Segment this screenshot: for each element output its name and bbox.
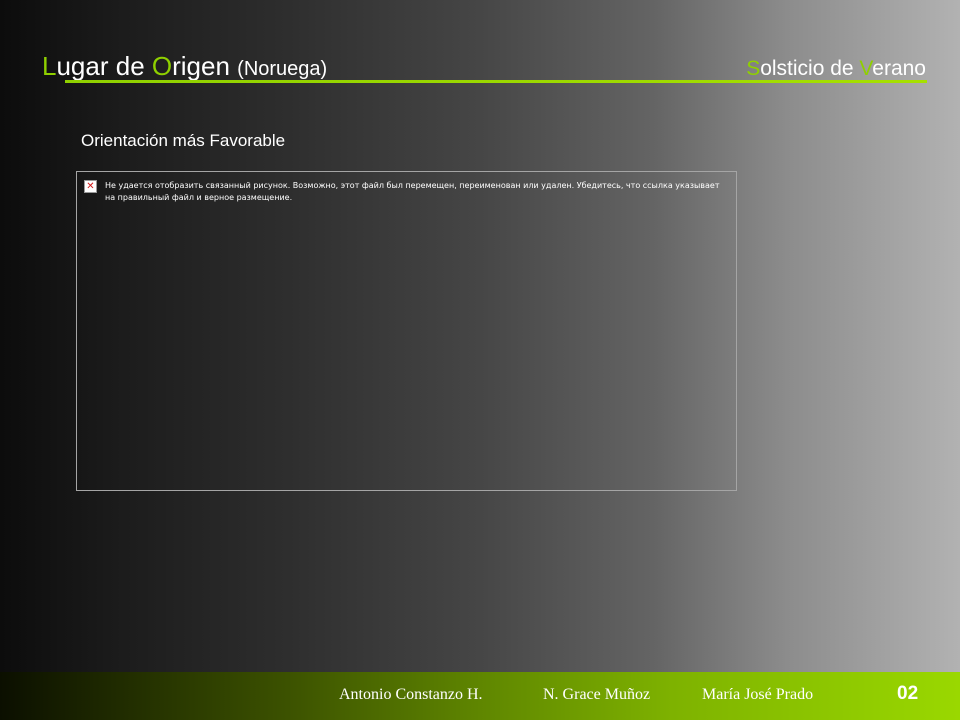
- broken-image-frame: ✕ Не удается отобразить связанный рисуно…: [76, 171, 737, 491]
- title-text-part-2: rigen: [172, 51, 238, 81]
- footer-author-2: N. Grace Muñoz: [543, 686, 651, 703]
- broken-image-message: Не удается отобразить связанный рисунок.…: [105, 181, 720, 202]
- subtitle-text-part-2: erano: [872, 57, 926, 80]
- subtitle-initial-v: V: [859, 57, 873, 80]
- title-text-part-1: ugar de: [56, 51, 152, 81]
- subtitle-initial-s: S: [746, 57, 761, 80]
- section-heading: Orientación más Favorable: [81, 131, 286, 150]
- subtitle-text-part-1: olsticio de: [760, 57, 860, 80]
- page-number: 02: [897, 683, 919, 704]
- footer-author-1: Antonio Constanzo H.: [339, 686, 483, 703]
- title-initial-o: O: [151, 51, 173, 81]
- slide-subtitle: Solsticio de Verano: [746, 58, 926, 79]
- slide-title: Lugar de Origen (Noruega): [42, 53, 327, 79]
- title-initial-l: L: [42, 51, 57, 81]
- broken-image-icon: ✕: [84, 180, 97, 193]
- footer-author-3: María José Prado: [702, 686, 814, 703]
- title-underline: [65, 80, 927, 83]
- title-country: (Noruega): [237, 58, 328, 80]
